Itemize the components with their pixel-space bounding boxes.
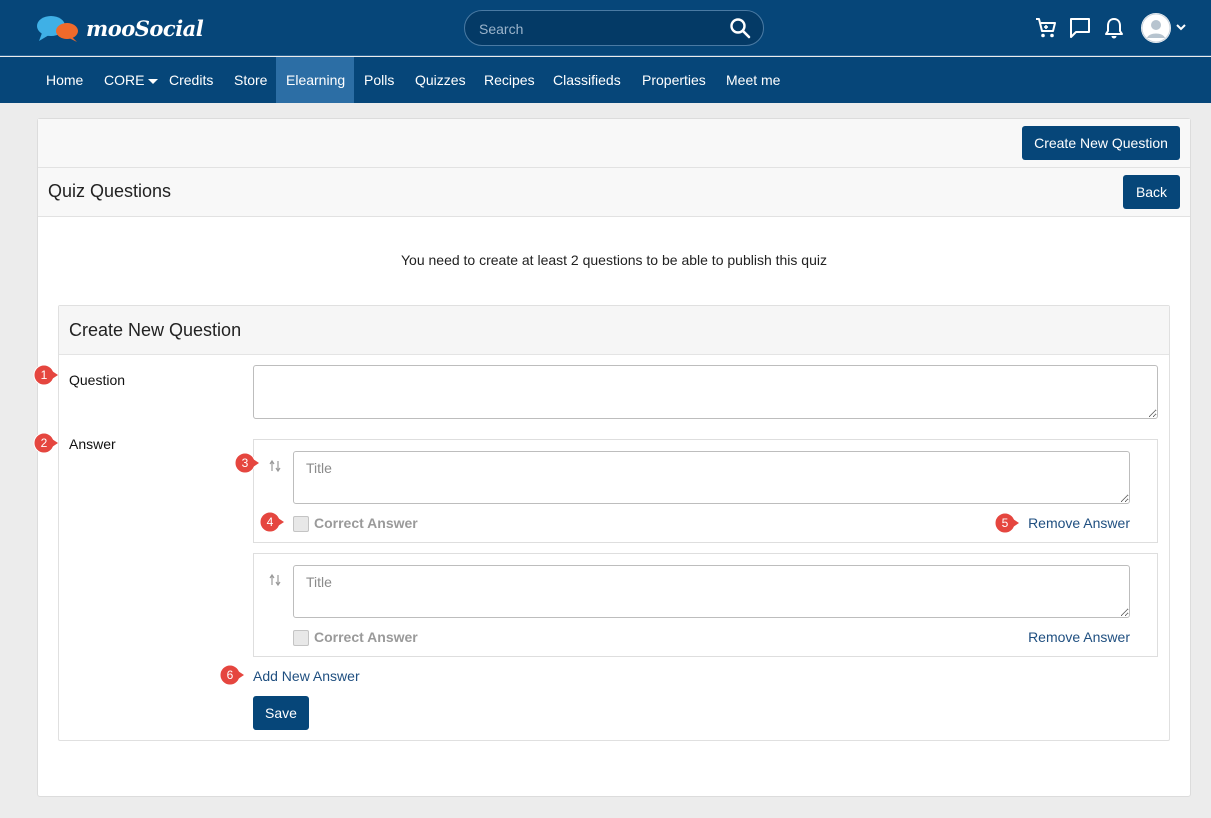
nav-label: Credits (169, 72, 214, 88)
correct-answer-checkbox[interactable] (293, 630, 309, 646)
notification-bell-icon[interactable] (1103, 16, 1125, 40)
correct-answer-checkbox[interactable] (293, 516, 309, 532)
search-box[interactable] (464, 10, 764, 46)
callout-number: 3 (241, 456, 249, 470)
panel-header: Create New Question (59, 306, 1169, 355)
nav-store[interactable]: Store (224, 57, 277, 103)
search-input[interactable] (479, 19, 719, 39)
nav-label: Meet me (726, 72, 781, 88)
nav-polls[interactable]: Polls (354, 57, 404, 103)
nav-credits[interactable]: Credits (159, 57, 223, 103)
panel-title: Create New Question (69, 320, 242, 340)
nav-label: Home (46, 72, 84, 88)
chevron-down-icon[interactable] (1175, 22, 1187, 32)
save-button[interactable]: Save (253, 696, 309, 730)
top-bar: mooSocial (0, 0, 1211, 56)
answer-item: Correct Answer Remove Answer (253, 553, 1158, 657)
nav-home[interactable]: Home (36, 57, 93, 103)
logo[interactable]: mooSocial (36, 14, 204, 42)
user-avatar[interactable] (1141, 13, 1171, 43)
answer-title-textarea[interactable] (293, 451, 1130, 504)
cart-icon[interactable] (1034, 16, 1058, 40)
answer-title-textarea[interactable] (293, 565, 1130, 618)
brand-name: mooSocial (86, 15, 204, 41)
question-label: Question (69, 372, 126, 388)
callout-number: 4 (266, 515, 274, 529)
nav-label: Polls (364, 72, 395, 88)
sort-drag-handle-icon[interactable] (269, 459, 281, 473)
remove-answer-link[interactable]: Remove Answer (1028, 515, 1130, 531)
callout-marker: 5 (994, 512, 1019, 534)
callout-number: 1 (40, 368, 48, 382)
callout-number: 5 (1001, 516, 1009, 530)
callout-number: 6 (226, 668, 234, 682)
nav-properties[interactable]: Properties (632, 57, 716, 103)
user-silhouette-icon (1141, 13, 1171, 43)
nav-classifieds[interactable]: Classifieds (543, 57, 631, 103)
quiz-questions-card: Create New Question Quiz Questions Back … (37, 118, 1191, 797)
nav-quizzes[interactable]: Quizzes (405, 57, 476, 103)
search-icon[interactable] (729, 17, 751, 39)
main-nav: Home CORE Credits Store Elearning Polls … (0, 57, 1211, 103)
nav-label: Classifieds (553, 72, 621, 88)
sort-drag-handle-icon[interactable] (269, 573, 281, 587)
callout-marker: 1 (33, 364, 58, 386)
message-icon[interactable] (1068, 16, 1092, 40)
correct-answer-label: Correct Answer (314, 515, 418, 531)
nav-meet-me[interactable]: Meet me (716, 57, 790, 103)
correct-answer-label: Correct Answer (314, 629, 418, 645)
nav-recipes[interactable]: Recipes (474, 57, 545, 103)
nav-label: Properties (642, 72, 706, 88)
chat-bubbles-logo-icon (37, 16, 78, 42)
card-header: Quiz Questions Back (38, 168, 1190, 217)
caret-down-icon (148, 78, 159, 84)
nav-elearning[interactable]: Elearning (276, 57, 354, 103)
nav-label: Elearning (286, 72, 346, 88)
nav-label: CORE (104, 72, 145, 88)
callout-marker: 6 (219, 664, 244, 686)
answer-label: Answer (69, 436, 116, 452)
question-textarea[interactable] (253, 365, 1158, 419)
back-button[interactable]: Back (1123, 175, 1180, 209)
callout-number: 2 (40, 436, 48, 450)
nav-label: Quizzes (415, 72, 466, 88)
add-new-answer-link[interactable]: Add New Answer (253, 668, 360, 684)
nav-label: Store (234, 72, 268, 88)
answer-item: Correct Answer Remove Answer (253, 439, 1158, 543)
card-toolbar: Create New Question (38, 119, 1190, 168)
callout-marker: 2 (33, 432, 58, 454)
page-title: Quiz Questions (48, 181, 172, 201)
callout-marker: 4 (259, 511, 284, 533)
publish-notice: You need to create at least 2 questions … (400, 252, 827, 268)
callout-marker: 3 (234, 452, 259, 474)
remove-answer-link[interactable]: Remove Answer (1028, 629, 1130, 645)
nav-label: Recipes (484, 72, 535, 88)
nav-core[interactable]: CORE (94, 57, 168, 103)
create-new-question-button[interactable]: Create New Question (1022, 126, 1180, 160)
